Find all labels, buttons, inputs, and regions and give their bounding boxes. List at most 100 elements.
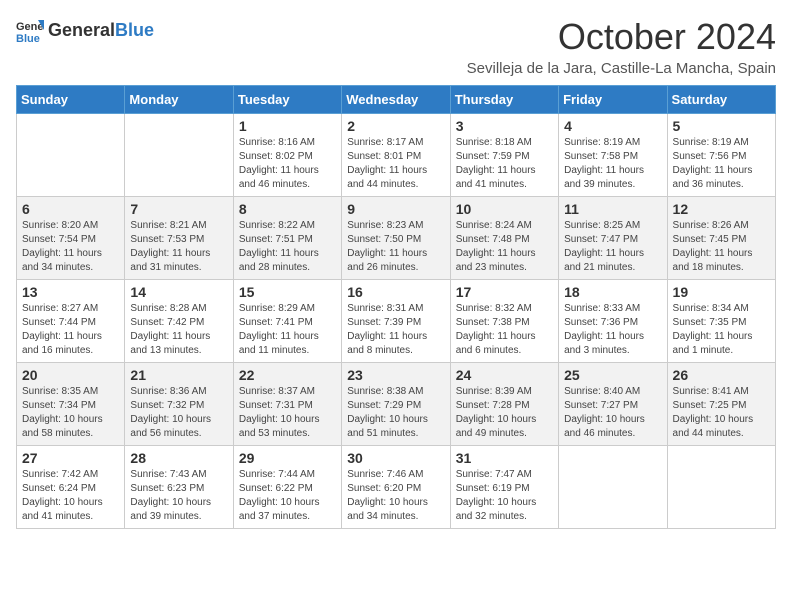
day-info: Sunrise: 8:17 AM Sunset: 8:01 PM Dayligh… (347, 136, 444, 192)
day-info: Sunrise: 8:40 AM Sunset: 7:27 PM Dayligh… (564, 385, 661, 441)
day-number: 10 (456, 201, 553, 217)
calendar-cell: 31 Sunrise: 7:47 AM Sunset: 6:19 PM Dayli… (450, 446, 558, 529)
location-title: Sevilleja de la Jara, Castille-La Mancha… (467, 60, 776, 77)
day-number: 26 (673, 367, 770, 383)
day-number: 3 (456, 118, 553, 134)
calendar-cell: 27Sunrise: 7:42 AM Sunset: 6:24 PM Dayli… (17, 446, 125, 529)
calendar-week-row: 1Sunrise: 8:16 AM Sunset: 8:02 PM Daylig… (17, 114, 776, 197)
day-number: 4 (564, 118, 661, 134)
calendar-week-row: 20 Sunrise: 8:35 AM Sunset: 7:34 PM Dayli… (17, 363, 776, 446)
calendar-cell (17, 114, 125, 197)
calendar-cell: 8 Sunrise: 8:22 AM Sunset: 7:51 PM Daylig… (233, 197, 341, 280)
day-info: Sunrise: 8:36 AM Sunset: 7:32 PM Dayligh… (130, 385, 227, 441)
calendar-cell: 29 Sunrise: 7:44 AM Sunset: 6:22 PM Dayli… (233, 446, 341, 529)
day-info: Sunrise: 8:25 AM Sunset: 7:47 PM Dayligh… (564, 219, 661, 275)
calendar-cell: 19Sunrise: 8:34 AM Sunset: 7:35 PM Dayli… (667, 280, 775, 363)
day-number: 8 (239, 201, 336, 217)
day-info: Sunrise: 7:47 AM Sunset: 6:19 PM Dayligh… (456, 468, 553, 524)
calendar-cell: 10 Sunrise: 8:24 AM Sunset: 7:48 PM Dayli… (450, 197, 558, 280)
calendar-cell: 4 Sunrise: 8:19 AM Sunset: 7:58 PM Daylig… (559, 114, 667, 197)
day-number: 24 (456, 367, 553, 383)
calendar-cell: 12 Sunrise: 8:26 AM Sunset: 7:45 PM Dayli… (667, 197, 775, 280)
calendar-cell: 18Sunrise: 8:33 AM Sunset: 7:36 PM Dayli… (559, 280, 667, 363)
weekday-header-wednesday: Wednesday (342, 86, 450, 114)
day-number: 16 (347, 284, 444, 300)
calendar-week-row: 27Sunrise: 7:42 AM Sunset: 6:24 PM Dayli… (17, 446, 776, 529)
day-info: Sunrise: 8:33 AM Sunset: 7:36 PM Dayligh… (564, 302, 661, 358)
calendar-cell (559, 446, 667, 529)
day-info: Sunrise: 8:20 AM Sunset: 7:54 PM Dayligh… (22, 219, 119, 275)
weekday-header-saturday: Saturday (667, 86, 775, 114)
header: General Blue GeneralBlue October 2024 Se… (16, 16, 776, 77)
calendar-cell: 17 Sunrise: 8:32 AM Sunset: 7:38 PM Dayli… (450, 280, 558, 363)
day-number: 6 (22, 201, 119, 217)
calendar-cell: 14Sunrise: 8:28 AM Sunset: 7:42 PM Dayli… (125, 280, 233, 363)
calendar-cell: 13 Sunrise: 8:27 AM Sunset: 7:44 PM Dayli… (17, 280, 125, 363)
day-info: Sunrise: 8:38 AM Sunset: 7:29 PM Dayligh… (347, 385, 444, 441)
calendar-cell: 2 Sunrise: 8:17 AM Sunset: 8:01 PM Daylig… (342, 114, 450, 197)
day-number: 22 (239, 367, 336, 383)
weekday-header-thursday: Thursday (450, 86, 558, 114)
day-info: Sunrise: 8:26 AM Sunset: 7:45 PM Dayligh… (673, 219, 770, 275)
day-number: 23 (347, 367, 444, 383)
weekday-header-friday: Friday (559, 86, 667, 114)
day-number: 9 (347, 201, 444, 217)
logo: General Blue GeneralBlue (16, 16, 154, 44)
logo-blue-text: Blue (115, 20, 154, 41)
day-number: 1 (239, 118, 336, 134)
day-info: Sunrise: 8:28 AM Sunset: 7:42 PM Dayligh… (130, 302, 227, 358)
logo-general-text: General (48, 20, 115, 41)
day-number: 20 (22, 367, 119, 383)
day-info: Sunrise: 8:37 AM Sunset: 7:31 PM Dayligh… (239, 385, 336, 441)
day-info: Sunrise: 8:29 AM Sunset: 7:41 PM Dayligh… (239, 302, 336, 358)
day-info: Sunrise: 8:22 AM Sunset: 7:51 PM Dayligh… (239, 219, 336, 275)
day-number: 2 (347, 118, 444, 134)
title-area: October 2024 Sevilleja de la Jara, Casti… (467, 16, 776, 77)
day-number: 29 (239, 450, 336, 466)
day-info: Sunrise: 8:19 AM Sunset: 7:56 PM Dayligh… (673, 136, 770, 192)
day-number: 7 (130, 201, 227, 217)
calendar-cell: 16 Sunrise: 8:31 AM Sunset: 7:39 PM Dayli… (342, 280, 450, 363)
day-info: Sunrise: 7:46 AM Sunset: 6:20 PM Dayligh… (347, 468, 444, 524)
day-info: Sunrise: 7:43 AM Sunset: 6:23 PM Dayligh… (130, 468, 227, 524)
day-number: 13 (22, 284, 119, 300)
day-number: 15 (239, 284, 336, 300)
day-info: Sunrise: 8:27 AM Sunset: 7:44 PM Dayligh… (22, 302, 119, 358)
calendar-week-row: 6 Sunrise: 8:20 AM Sunset: 7:54 PM Daylig… (17, 197, 776, 280)
calendar-cell (125, 114, 233, 197)
calendar-cell: 3Sunrise: 8:18 AM Sunset: 7:59 PM Daylig… (450, 114, 558, 197)
day-info: Sunrise: 8:39 AM Sunset: 7:28 PM Dayligh… (456, 385, 553, 441)
calendar-week-row: 13 Sunrise: 8:27 AM Sunset: 7:44 PM Dayli… (17, 280, 776, 363)
day-info: Sunrise: 8:31 AM Sunset: 7:39 PM Dayligh… (347, 302, 444, 358)
day-number: 11 (564, 201, 661, 217)
day-info: Sunrise: 8:35 AM Sunset: 7:34 PM Dayligh… (22, 385, 119, 441)
logo-icon: General Blue (16, 16, 44, 44)
calendar-cell: 5 Sunrise: 8:19 AM Sunset: 7:56 PM Daylig… (667, 114, 775, 197)
day-info: Sunrise: 8:24 AM Sunset: 7:48 PM Dayligh… (456, 219, 553, 275)
day-number: 17 (456, 284, 553, 300)
calendar-cell: 6 Sunrise: 8:20 AM Sunset: 7:54 PM Daylig… (17, 197, 125, 280)
calendar-cell (667, 446, 775, 529)
day-number: 5 (673, 118, 770, 134)
day-info: Sunrise: 8:21 AM Sunset: 7:53 PM Dayligh… (130, 219, 227, 275)
calendar-cell: 22 Sunrise: 8:37 AM Sunset: 7:31 PM Dayli… (233, 363, 341, 446)
calendar-cell: 26 Sunrise: 8:41 AM Sunset: 7:25 PM Dayli… (667, 363, 775, 446)
weekday-header-tuesday: Tuesday (233, 86, 341, 114)
calendar-table: SundayMondayTuesdayWednesdayThursdayFrid… (16, 85, 776, 529)
calendar-cell: 23 Sunrise: 8:38 AM Sunset: 7:29 PM Dayli… (342, 363, 450, 446)
day-number: 31 (456, 450, 553, 466)
calendar-cell: 21 Sunrise: 8:36 AM Sunset: 7:32 PM Dayli… (125, 363, 233, 446)
month-title: October 2024 (467, 16, 776, 58)
day-info: Sunrise: 8:34 AM Sunset: 7:35 PM Dayligh… (673, 302, 770, 358)
day-info: Sunrise: 8:19 AM Sunset: 7:58 PM Dayligh… (564, 136, 661, 192)
calendar-cell: 25Sunrise: 8:40 AM Sunset: 7:27 PM Dayli… (559, 363, 667, 446)
day-info: Sunrise: 8:32 AM Sunset: 7:38 PM Dayligh… (456, 302, 553, 358)
calendar-cell: 24 Sunrise: 8:39 AM Sunset: 7:28 PM Dayli… (450, 363, 558, 446)
weekday-header-sunday: Sunday (17, 86, 125, 114)
day-info: Sunrise: 8:41 AM Sunset: 7:25 PM Dayligh… (673, 385, 770, 441)
day-info: Sunrise: 8:23 AM Sunset: 7:50 PM Dayligh… (347, 219, 444, 275)
day-number: 21 (130, 367, 227, 383)
calendar-cell: 7 Sunrise: 8:21 AM Sunset: 7:53 PM Daylig… (125, 197, 233, 280)
day-info: Sunrise: 7:44 AM Sunset: 6:22 PM Dayligh… (239, 468, 336, 524)
day-number: 12 (673, 201, 770, 217)
